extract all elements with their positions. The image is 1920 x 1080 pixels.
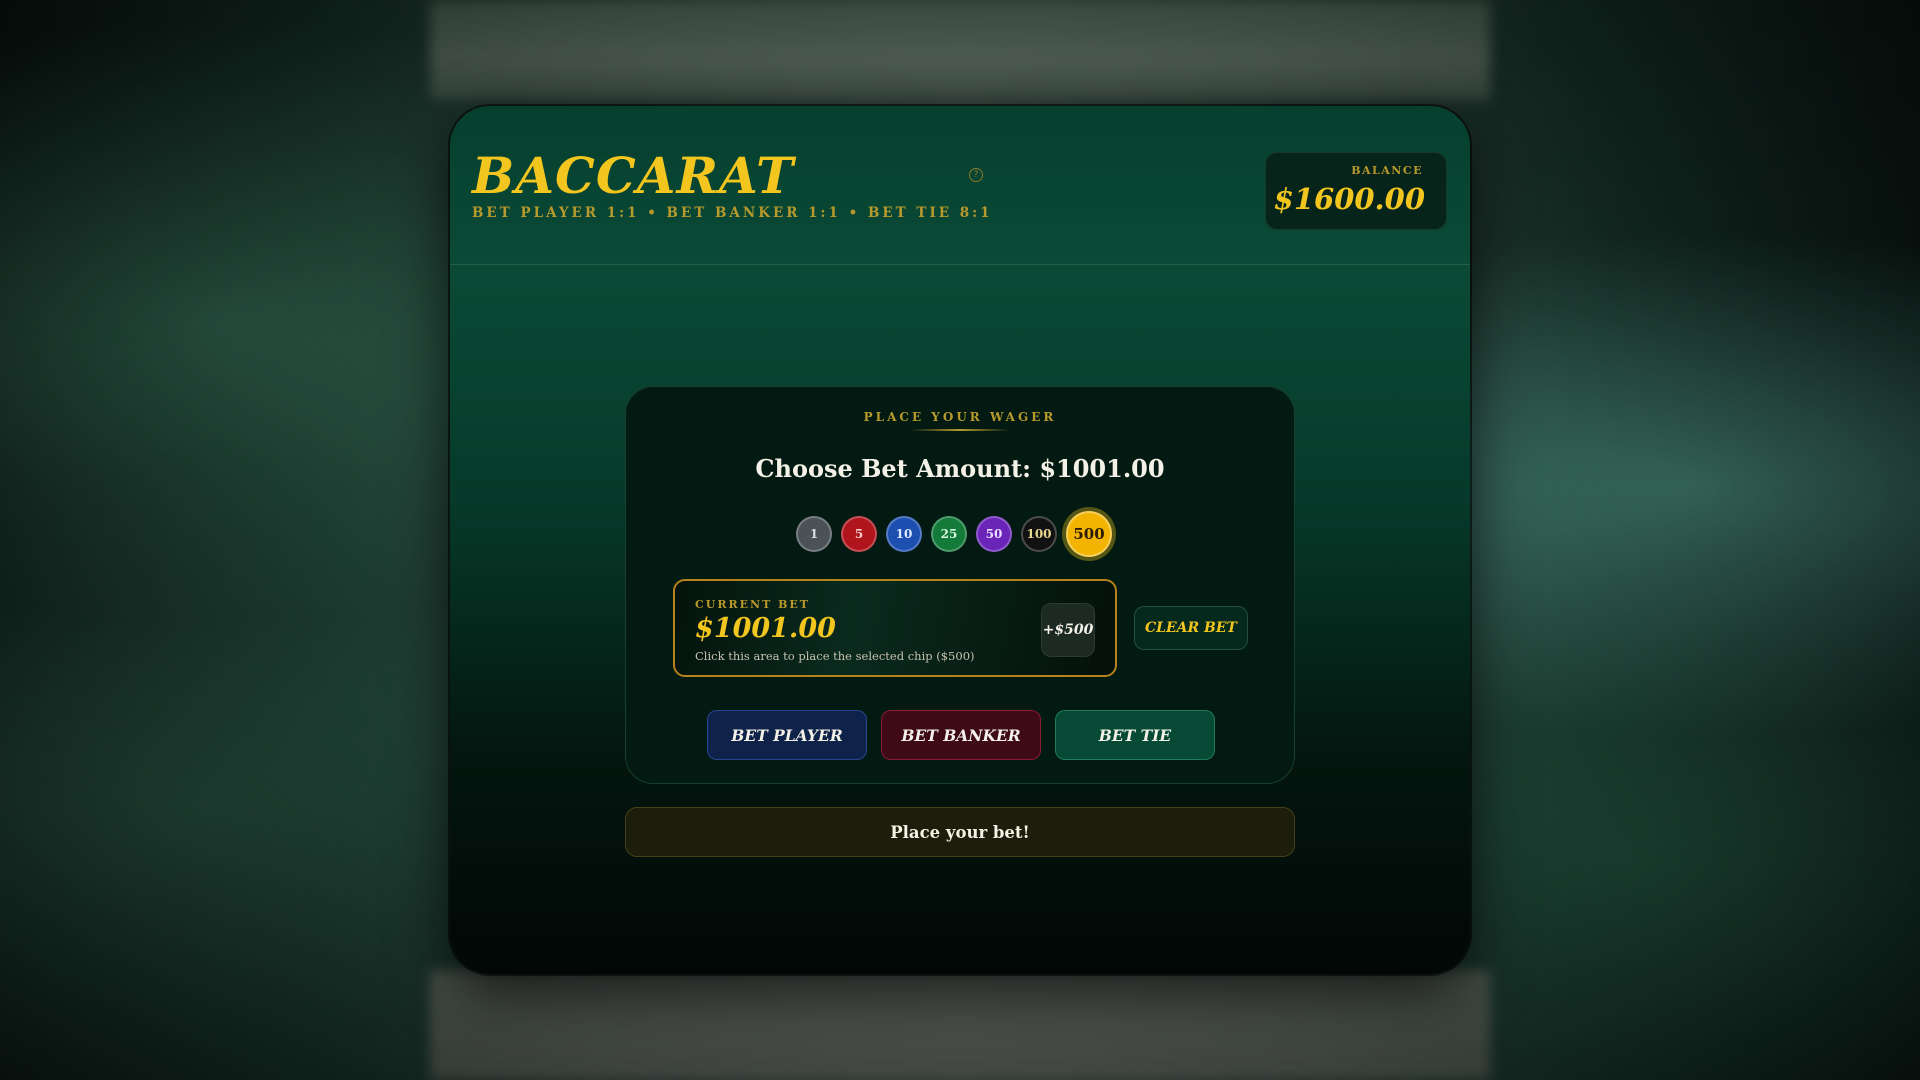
choose-bet-amount: Choose Bet Amount: $1001.00 <box>755 454 1165 483</box>
modal-header: BACCARAT BET PLAYER 1:1 • BET BANKER 1:1… <box>450 106 1470 265</box>
chip-500[interactable]: 500 <box>1066 511 1112 557</box>
game-title: BACCARAT <box>472 146 795 205</box>
wager-section-label: PLACE YOUR WAGER <box>863 410 1057 424</box>
clear-bet-button[interactable]: CLEAR BET <box>1134 606 1248 650</box>
chip-10[interactable]: 10 <box>886 516 922 552</box>
bet-player-button[interactable]: BET PLAYER <box>707 710 867 760</box>
payout-rules: BET PLAYER 1:1 • BET BANKER 1:1 • BET TI… <box>472 205 993 221</box>
question-circle-icon[interactable]: ? <box>969 168 983 182</box>
wager-panel: PLACE YOUR WAGER Choose Bet Amount: $100… <box>625 386 1295 784</box>
chip-5[interactable]: 5 <box>841 516 877 552</box>
status-message: Place your bet! <box>625 807 1295 857</box>
current-bet-hint: Click this area to place the selected ch… <box>695 649 975 663</box>
balance-value: $1600.00 <box>1273 182 1425 216</box>
balance-label: BALANCE <box>1351 164 1423 177</box>
current-bet-label: CURRENT BET <box>695 598 810 611</box>
chip-1[interactable]: 1 <box>796 516 832 552</box>
chip-selector: 1 5 10 25 50 100 500 <box>796 511 1112 557</box>
balance-box: BALANCE $1600.00 <box>1265 152 1447 230</box>
bet-tie-button[interactable]: BET TIE <box>1055 710 1215 760</box>
current-bet-area[interactable]: CURRENT BET $1001.00 Click this area to … <box>673 579 1117 677</box>
current-bet-value: $1001.00 <box>695 613 836 644</box>
wager-divider <box>910 429 1010 431</box>
baccarat-modal: BACCARAT BET PLAYER 1:1 • BET BANKER 1:1… <box>450 106 1470 974</box>
bet-banker-button[interactable]: BET BANKER <box>881 710 1041 760</box>
chip-100[interactable]: 100 <box>1021 516 1057 552</box>
chip-50[interactable]: 50 <box>976 516 1012 552</box>
add-chip-button[interactable]: +$500 <box>1041 603 1095 657</box>
chip-25[interactable]: 25 <box>931 516 967 552</box>
